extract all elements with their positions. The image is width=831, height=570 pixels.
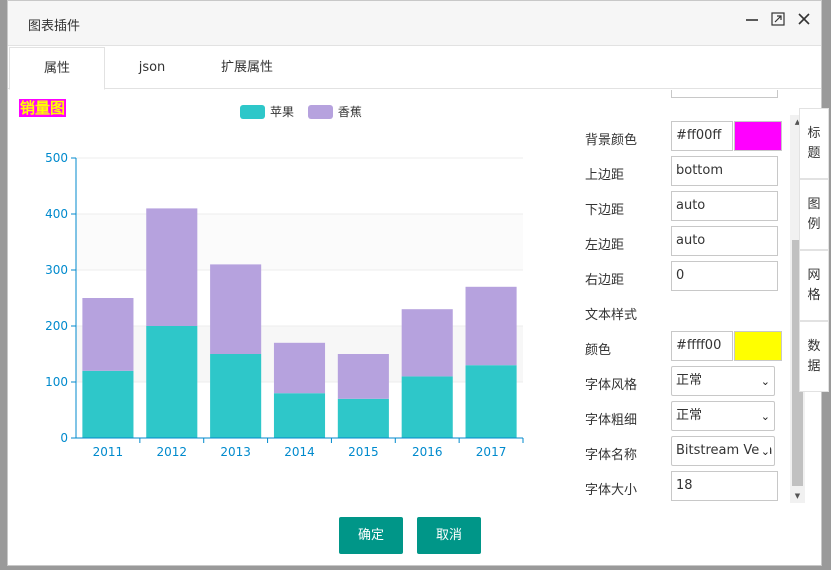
grid-band: [76, 214, 523, 270]
chevron-down-icon: ⌄: [760, 410, 770, 423]
confirm-button[interactable]: 确定: [339, 517, 403, 554]
font-size-label: 字体大小: [585, 483, 638, 498]
color-input[interactable]: #ffff00: [671, 331, 733, 361]
font-style-value: 正常: [676, 373, 703, 388]
right-margin-label: 右边距: [585, 273, 625, 288]
font-weight-label: 字体粗细: [585, 413, 638, 428]
maximize-icon[interactable]: [767, 10, 789, 32]
left-margin-input[interactable]: auto: [671, 226, 778, 256]
font-weight-select[interactable]: 正常 ⌄: [671, 401, 775, 431]
tab-bar: 属性 json 扩展属性: [8, 47, 821, 90]
color-label: 颜色: [585, 343, 612, 358]
chart-title: 销量图: [19, 99, 67, 117]
legend-item-apple[interactable]: 苹果: [240, 103, 294, 120]
prop-font-style: 字体风格 正常 ⌄: [568, 364, 798, 399]
y-tick-label: 400: [45, 207, 68, 221]
color-swatch[interactable]: [734, 331, 782, 361]
font-family-label: 字体名称: [585, 448, 638, 463]
prop-background-color: 背景颜色 #ff00ff: [568, 119, 798, 154]
cancel-button[interactable]: 取消: [417, 517, 481, 554]
x-tick-label: 2012: [157, 445, 188, 459]
tab-extended-properties[interactable]: 扩展属性: [208, 47, 286, 89]
font-family-select[interactable]: Bitstream Vera ⌄: [671, 436, 775, 466]
grid-band: [76, 270, 523, 326]
legend-item-banana[interactable]: 香蕉: [307, 103, 362, 120]
x-tick-label: 2015: [348, 445, 379, 459]
bar-banana: [273, 342, 326, 394]
prop-right-margin: 右边距 0: [568, 259, 798, 294]
bar-banana: [210, 264, 262, 354]
right-margin-input[interactable]: 0: [671, 261, 778, 291]
bar-banana: [465, 286, 517, 366]
prop-font-family: 字体名称 Bitstream Vera ⌄: [568, 434, 798, 469]
y-tick-label: 300: [45, 263, 68, 277]
bar-apple: [210, 354, 262, 438]
properties-panel: 背景颜色 #ff00ff 上边距 bottom 下边距 auto 左边距 aut…: [568, 90, 800, 502]
background-color-swatch[interactable]: [734, 121, 782, 151]
tab-json[interactable]: json: [120, 47, 184, 89]
prop-bottom-margin: 下边距 auto: [568, 189, 798, 224]
bar-banana: [82, 298, 134, 371]
y-tick-label: 200: [45, 319, 68, 333]
top-margin-label: 上边距: [585, 168, 625, 183]
prop-font-size: 字体大小 18: [568, 469, 798, 502]
chart-legend: 苹果 香蕉: [240, 103, 372, 122]
dialog-title: 图表插件: [28, 19, 81, 34]
chevron-down-icon: ⌄: [760, 375, 770, 388]
prop-left-margin: 左边距 auto: [568, 224, 798, 259]
legend-swatch-apple: [240, 104, 265, 119]
partial-input-field[interactable]: [671, 90, 778, 98]
x-tick-label: 2013: [220, 445, 251, 459]
font-style-label: 字体风格: [585, 378, 638, 393]
legend-label-apple: 苹果: [270, 105, 295, 119]
close-icon[interactable]: [793, 10, 815, 32]
chart-plugin-dialog: 图表插件 属性 json 扩展属性 0 100 200 300 400 500 2011 20…: [7, 0, 829, 566]
y-tick-label: 500: [45, 151, 68, 165]
bottom-margin-label: 下边距: [585, 203, 625, 218]
font-weight-value: 正常: [676, 408, 703, 423]
y-tick-label: 100: [45, 375, 68, 389]
bar-banana: [337, 354, 389, 399]
side-tab-grid[interactable]: 网格: [799, 250, 829, 321]
font-size-input[interactable]: 18: [671, 471, 778, 501]
bar-apple: [337, 398, 389, 438]
bar-apple: [273, 393, 326, 438]
side-tab-title[interactable]: 标题: [799, 108, 829, 179]
bottom-margin-input[interactable]: auto: [671, 191, 778, 221]
text-style-label: 文本样式: [585, 308, 638, 323]
legend-label-banana: 香蕉: [337, 105, 362, 119]
grid-band: [76, 158, 523, 214]
bar-apple: [465, 365, 517, 438]
chevron-down-icon: ⌄: [758, 438, 770, 465]
x-tick-label: 2016: [412, 445, 443, 459]
font-style-select[interactable]: 正常 ⌄: [671, 366, 775, 396]
side-tab-data[interactable]: 数据: [799, 321, 829, 392]
y-tick-label: 0: [60, 431, 68, 445]
stacked-bar-chart: 0 100 200 300 400 500 2011 2012 2013 2014 2015 2016…: [45, 151, 524, 459]
minimize-icon[interactable]: [741, 10, 763, 32]
prop-color: 颜色 #ffff00: [568, 329, 798, 364]
prop-font-weight: 字体粗细 正常 ⌄: [568, 399, 798, 434]
left-margin-label: 左边距: [585, 238, 625, 253]
tab-properties[interactable]: 属性: [9, 47, 105, 90]
x-tick-label: 2014: [284, 445, 315, 459]
bar-apple: [401, 376, 453, 438]
prop-text-style: 文本样式: [568, 294, 798, 329]
side-tab-bar: 标题 图例 网格 数据: [799, 108, 829, 392]
bar-banana: [401, 309, 453, 377]
bar-apple: [82, 370, 134, 438]
background-color-label: 背景颜色: [585, 133, 638, 148]
x-tick-label: 2011: [93, 445, 124, 459]
top-margin-input[interactable]: bottom: [671, 156, 778, 186]
bar-apple: [146, 326, 198, 438]
chart-preview: 0 100 200 300 400 500 2011 2012 2013 2014 2015 2016…: [8, 90, 568, 470]
prop-top-margin: 上边距 bottom: [568, 154, 798, 189]
scroll-down-icon[interactable]: ▼: [790, 489, 805, 503]
bar-banana: [146, 208, 198, 326]
dialog-titlebar: 图表插件: [8, 1, 821, 46]
side-tab-legend[interactable]: 图例: [799, 179, 829, 250]
background-color-input[interactable]: #ff00ff: [671, 121, 733, 151]
x-tick-label: 2017: [476, 445, 507, 459]
legend-swatch-banana: [307, 104, 333, 119]
